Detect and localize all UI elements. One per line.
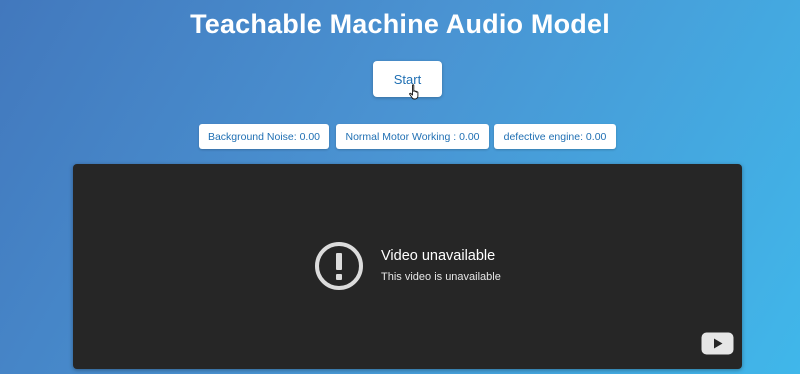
- video-unavailable-title: Video unavailable: [381, 248, 496, 264]
- youtube-icon[interactable]: [701, 332, 734, 355]
- hand-pointer-icon: [409, 84, 419, 100]
- prediction-labels: Background Noise: 0.00 Normal Motor Work…: [0, 124, 800, 149]
- exclamation-circle-icon: [315, 242, 363, 290]
- prediction-label-background-noise: Background Noise: 0.00: [199, 124, 329, 149]
- page-title: Teachable Machine Audio Model: [190, 9, 610, 39]
- video-player[interactable]: Video unavailable This video is unavaila…: [73, 164, 742, 369]
- video-unavailable-message: This video is unavailable: [381, 271, 501, 283]
- prediction-label-defective-engine: defective engine: 0.00: [494, 124, 616, 149]
- prediction-label-normal-motor: Normal Motor Working : 0.00: [336, 124, 489, 149]
